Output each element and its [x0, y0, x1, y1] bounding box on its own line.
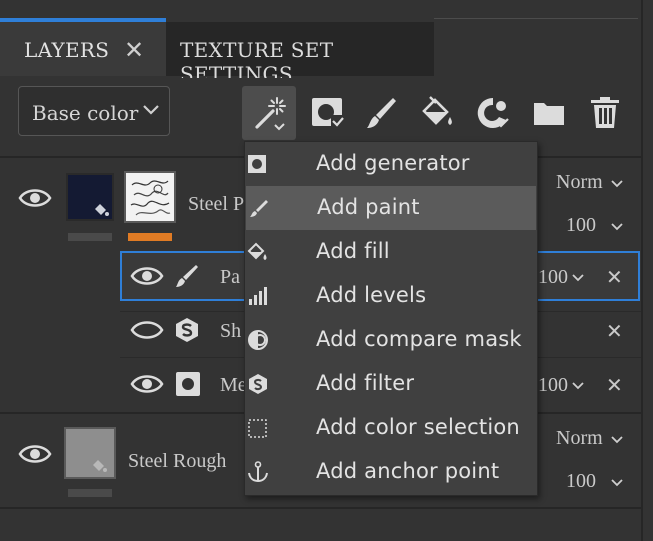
brush-icon [367, 98, 396, 128]
add-effect-button[interactable] [242, 86, 296, 140]
menu-item-add-generator[interactable]: Add generator [245, 142, 537, 186]
mask-sketch-image [130, 180, 171, 216]
chevron-down-icon[interactable] [610, 177, 624, 191]
delete-effect-icon[interactable]: ✕ [606, 319, 623, 343]
chevron-down-icon[interactable] [610, 433, 624, 447]
menu-item-label: Add generator [316, 151, 470, 175]
eye-icon[interactable] [130, 372, 164, 396]
menu-item-add-levels[interactable]: Add levels [245, 274, 537, 318]
layer-name[interactable]: Sh [220, 320, 241, 343]
menu-item-add-fill[interactable]: Add fill [245, 230, 537, 274]
layer-fill-thumbnail[interactable] [64, 427, 116, 479]
menu-item-add-filter[interactable]: Add filter [245, 362, 537, 406]
active-mask-indicator [128, 233, 172, 241]
chevron-down-icon[interactable] [610, 220, 624, 234]
magic-wand-icon [255, 97, 286, 131]
menu-item-add-anchor-point[interactable]: Add anchor point [245, 450, 537, 494]
menu-item-add-paint[interactable]: Add paint [246, 186, 536, 230]
eye-icon[interactable] [18, 186, 52, 210]
fill-bucket-icon [422, 96, 452, 125]
add-mask-button[interactable] [300, 86, 354, 140]
close-icon[interactable]: ✕ [124, 36, 144, 64]
filter-icon [176, 318, 198, 342]
menu-item-label: Add levels [316, 283, 427, 307]
chevron-down-icon[interactable] [610, 476, 624, 490]
opacity-value[interactable]: 100 [538, 266, 568, 289]
tab-layers-label: LAYERS [24, 38, 110, 62]
menu-item-add-color-selection[interactable]: Add color selection [245, 406, 537, 450]
delete-layer-button[interactable] [578, 86, 632, 140]
channel-dropdown-value: Base color [32, 101, 139, 125]
layer-fill-thumbnail[interactable] [66, 173, 114, 221]
smart-material-icon [477, 97, 509, 128]
folder-icon [534, 103, 564, 125]
generator-icon [176, 372, 200, 396]
levels-icon [249, 287, 267, 305]
menu-item-label: Add paint [317, 195, 420, 219]
add-fill-layer-button[interactable] [410, 86, 464, 140]
tab-texture-set-settings[interactable]: TEXTURE SET SETTINGS [166, 22, 434, 86]
fill-bucket-icon [93, 460, 107, 472]
add-smart-material-button[interactable] [466, 86, 520, 140]
opacity-value[interactable]: 100 [566, 470, 596, 493]
fill-bucket-icon [95, 204, 109, 216]
blend-mode-value: Norm [556, 171, 603, 193]
channel-dropdown[interactable]: Base color [18, 86, 170, 136]
mask-indicator [68, 233, 112, 241]
filter-icon [249, 374, 267, 394]
generator-icon [248, 155, 266, 173]
compare-mask-icon [248, 330, 268, 350]
add-mask-icon [312, 98, 344, 127]
opacity-value[interactable]: 100 [566, 214, 596, 237]
add-folder-button[interactable] [522, 86, 576, 140]
menu-item-label: Add anchor point [316, 459, 500, 483]
fill-bucket-icon [247, 242, 267, 260]
eye-icon[interactable] [18, 442, 52, 466]
delete-effect-icon[interactable]: ✕ [606, 373, 623, 397]
blend-mode-value: Norm [556, 427, 603, 449]
eye-icon[interactable] [130, 264, 164, 288]
panel-border [641, 0, 643, 541]
menu-item-label: Add color selection [316, 415, 520, 439]
layer-mask-thumbnail[interactable] [124, 171, 176, 223]
trash-icon [591, 97, 619, 128]
layer-name[interactable]: Steel Rough [128, 450, 226, 473]
divider [434, 18, 638, 19]
blend-mode-dropdown[interactable]: Norm [556, 171, 603, 194]
opacity-value[interactable]: 100 [538, 374, 568, 397]
layer-name[interactable]: Me [220, 374, 247, 397]
menu-item-label: Add filter [316, 371, 415, 395]
blend-mode-dropdown[interactable]: Norm [556, 427, 603, 450]
anchor-icon [248, 461, 268, 483]
tab-layers[interactable]: LAYERS ✕ [0, 22, 166, 76]
layer-name[interactable]: Pa [220, 266, 240, 289]
menu-item-label: Add fill [316, 239, 390, 263]
menu-item-add-compare-mask[interactable]: Add compare mask [245, 318, 537, 362]
chevron-down-icon[interactable] [571, 379, 585, 393]
add-effect-menu: Add generator Add paint Add fill Add lev… [244, 141, 538, 496]
layer-name[interactable]: Steel P [188, 193, 244, 216]
color-selection-icon [248, 419, 267, 438]
add-paint-layer-button[interactable] [354, 86, 408, 140]
brush-icon [176, 265, 198, 287]
mask-indicator [68, 489, 112, 497]
menu-item-label: Add compare mask [316, 327, 522, 351]
brush-icon [250, 200, 268, 217]
eye-hidden-icon[interactable] [130, 318, 164, 342]
chevron-down-icon[interactable] [571, 271, 585, 285]
divider [0, 507, 641, 509]
delete-effect-icon[interactable]: ✕ [606, 265, 623, 289]
chevron-down-icon [143, 105, 159, 115]
